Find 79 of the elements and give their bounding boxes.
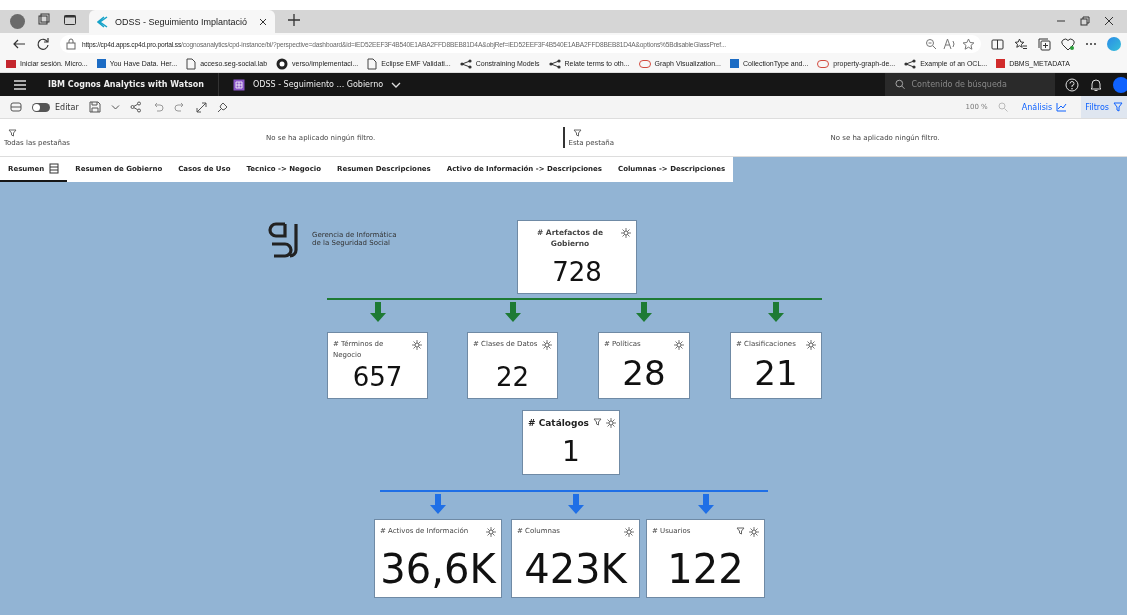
card-value: 22 (494, 361, 531, 394)
favorites-icon[interactable] (1014, 37, 1028, 51)
user-avatar-icon[interactable] (1113, 76, 1127, 93)
workspaces-icon[interactable] (37, 13, 51, 27)
dashboard-icon (233, 78, 245, 91)
collections-icon[interactable] (1038, 37, 1051, 51)
nodes-icon (904, 58, 917, 69)
cognos-tab-icon (97, 15, 109, 28)
square-logo-icon (96, 59, 106, 68)
settings-icon[interactable] (749, 527, 759, 537)
down-arrow-icon (768, 302, 784, 322)
settings-icon[interactable] (542, 340, 552, 350)
chart-line-icon (1056, 102, 1068, 112)
save-icon[interactable] (88, 101, 101, 113)
edit-toggle[interactable]: Editar (32, 102, 79, 112)
down-arrow-icon (430, 494, 446, 514)
read-aloud-icon[interactable] (943, 38, 956, 50)
tab-actions-icon[interactable] (63, 13, 77, 27)
lock-icon (66, 38, 76, 50)
filter-icon (1113, 102, 1123, 112)
close-window-icon[interactable] (1103, 15, 1115, 27)
page-icon (186, 57, 197, 70)
profile-avatar-icon[interactable] (10, 14, 25, 29)
down-arrow-icon (369, 302, 386, 322)
filter-icon[interactable] (8, 128, 17, 137)
search-icon[interactable] (895, 79, 906, 90)
nodes-icon (459, 58, 472, 69)
back-icon[interactable] (12, 37, 26, 51)
redo-icon[interactable] (173, 102, 186, 112)
card-value: 728 (551, 256, 603, 289)
down-arrow-icon (697, 494, 714, 514)
page-icon (367, 57, 378, 70)
down-arrow-icon (504, 302, 521, 322)
card-value: 36,6K (380, 545, 496, 593)
card-title: # Catálogos (528, 417, 589, 430)
kpi-card[interactable]: # Catálogos 1 (522, 410, 620, 475)
card-value: 657 (351, 361, 404, 394)
filter-icon[interactable] (593, 418, 602, 427)
more-options-icon[interactable] (1085, 42, 1097, 46)
down-arrow-icon (567, 494, 584, 514)
settings-icon[interactable] (806, 340, 816, 350)
nodes-icon (548, 58, 561, 69)
star-icon[interactable] (962, 37, 975, 51)
card-value: 122 (666, 545, 745, 593)
notification-bell-icon[interactable] (1089, 77, 1103, 92)
restore-icon[interactable] (1079, 15, 1091, 27)
settings-icon[interactable] (674, 340, 684, 350)
card-value: 28 (621, 352, 667, 394)
heart-pulse-icon[interactable] (1061, 37, 1075, 51)
expand-icon[interactable] (195, 101, 207, 113)
share-icon[interactable] (129, 101, 142, 113)
tab-menu-icon (49, 163, 60, 174)
menu-icon[interactable] (14, 79, 26, 90)
zoom-out-icon[interactable] (925, 38, 937, 50)
card-value: 1 (561, 434, 581, 470)
close-tab-icon[interactable] (259, 17, 267, 26)
filters-button[interactable]: Filtros (1081, 96, 1127, 118)
settings-icon[interactable] (621, 228, 631, 238)
settings-icon[interactable] (486, 527, 496, 537)
product-name: IBM Cognos Analytics with Watson (48, 80, 205, 89)
help-icon[interactable] (1065, 77, 1079, 92)
panel-icon[interactable] (10, 101, 22, 113)
settings-icon[interactable] (624, 527, 634, 537)
pin-icon[interactable] (216, 101, 228, 113)
analysis-button[interactable]: Análisis (1017, 96, 1072, 118)
settings-icon[interactable] (412, 340, 422, 350)
refresh-icon[interactable] (36, 37, 50, 51)
split-screen-icon[interactable] (991, 37, 1004, 51)
down-arrow-icon (636, 302, 652, 322)
card-value: 423K (523, 545, 629, 593)
square-logo-icon (729, 59, 739, 68)
filter-icon[interactable] (572, 128, 582, 137)
settings-icon[interactable] (606, 418, 616, 428)
search-field[interactable]: Contenido de búsqueda (885, 73, 1055, 96)
filter-icon[interactable] (736, 527, 745, 536)
new-tab-icon[interactable] (287, 13, 301, 27)
card-value: 21 (753, 352, 799, 394)
browser-tab[interactable]: ODSS - Seguimiento Implantació (89, 10, 275, 33)
chevron-down-icon (391, 80, 402, 89)
